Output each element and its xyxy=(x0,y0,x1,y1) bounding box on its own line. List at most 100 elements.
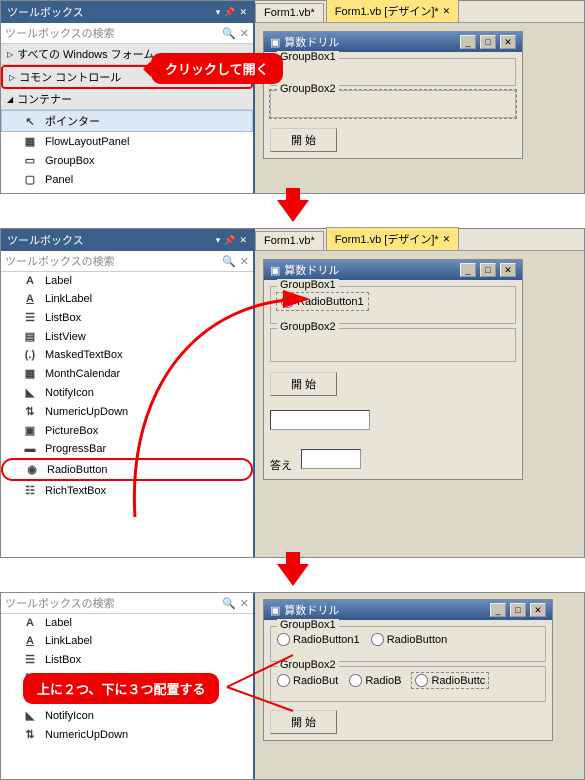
toolbox-item-flowlayoutpanel[interactable]: ▦ FlowLayoutPanel xyxy=(1,132,253,151)
pin-icon[interactable]: 📌 xyxy=(224,7,235,18)
minimize-icon[interactable]: _ xyxy=(490,603,506,617)
item-label: LinkLabel xyxy=(45,293,92,305)
close-icon[interactable]: ✕ xyxy=(530,603,546,617)
form-window: ▣ 算数ドリル _ □ ✕ GroupBox1 RadioButton1 Gro… xyxy=(263,259,523,480)
toolbox-item-listbox[interactable]: ☰ListBox xyxy=(1,308,253,327)
toolbox-item-splitcontainer[interactable]: ◫ SplitContainer xyxy=(1,189,253,193)
search-icon[interactable]: 🔍 xyxy=(222,597,236,610)
radiobutton3[interactable]: RadioBut xyxy=(277,674,338,687)
start-button[interactable]: 開 始 xyxy=(270,710,337,734)
split-icon: ◫ xyxy=(23,192,37,193)
close-icon[interactable]: ✕ xyxy=(443,234,451,245)
clear-search-icon[interactable]: ✕ xyxy=(240,27,249,40)
close-icon[interactable]: ✕ xyxy=(500,35,516,49)
minimize-icon[interactable]: _ xyxy=(460,263,476,277)
toolbox-item-listview[interactable]: ▤ListView xyxy=(1,327,253,346)
close-icon[interactable]: ✕ xyxy=(443,6,451,17)
toolbox-item-linklabel[interactable]: ALinkLabel xyxy=(1,632,253,650)
pin-icon[interactable]: 📌 xyxy=(224,235,235,246)
linklabel-icon: A xyxy=(23,293,37,305)
toolbox-item-picturebox[interactable]: ▣PictureBox xyxy=(1,421,253,440)
radio-input[interactable] xyxy=(371,633,384,646)
groupbox2[interactable]: GroupBox2 RadioBut RadioB RadioButtc xyxy=(270,666,546,702)
radio-input[interactable] xyxy=(281,295,294,308)
start-button[interactable]: 開 始 xyxy=(270,372,337,396)
design-surface[interactable]: ▣ 算数ドリル _ □ ✕ GroupBox1 RadioButton1 Rad… xyxy=(255,593,584,779)
clear-search-icon[interactable]: ✕ xyxy=(240,255,249,268)
category-container[interactable]: ◢ コンテナー xyxy=(1,89,253,110)
toolbox-item-label[interactable]: A Label xyxy=(1,272,253,290)
radio-label: RadioB xyxy=(365,675,401,687)
toolbox-item-groupbox[interactable]: ▭ GroupBox xyxy=(1,151,253,170)
maximize-icon[interactable]: □ xyxy=(480,263,496,277)
minimize-icon[interactable]: _ xyxy=(460,35,476,49)
collapsed-icon: ▷ xyxy=(7,50,13,59)
toolbox-item-notifyicon[interactable]: ◣NotifyIcon xyxy=(1,706,253,725)
toolbox-item-pointer[interactable]: ↖ ポインター xyxy=(1,110,253,132)
radio-label: RadioButton1 xyxy=(297,296,364,308)
design-surface[interactable]: ▣ 算数ドリル _ □ ✕ GroupBox1 GroupBox2 開 始 xyxy=(255,23,584,193)
tab-design[interactable]: Form1.vb [デザイン]* ✕ xyxy=(326,0,459,22)
toolbox-item-linklabel[interactable]: A LinkLabel xyxy=(1,290,253,308)
radiobutton5[interactable]: RadioButtc xyxy=(412,673,488,688)
groupbox2[interactable]: GroupBox2 xyxy=(270,90,516,118)
radiobutton1[interactable]: RadioButton1 xyxy=(277,633,360,646)
toolbox-item-progressbar[interactable]: ▬ProgressBar xyxy=(1,440,253,458)
groupbox1[interactable]: GroupBox1 RadioButton1 xyxy=(270,286,516,324)
tab-code[interactable]: Form1.vb* xyxy=(255,231,324,250)
toolbox-item-richtextbox[interactable]: ☷RichTextBox xyxy=(1,481,253,500)
search-icon[interactable]: 🔍 xyxy=(222,255,236,268)
toolbox-search[interactable]: ツールボックスの検索 🔍 ✕ xyxy=(1,251,253,272)
expanded-icon: ◢ xyxy=(7,95,13,104)
radio-input[interactable] xyxy=(349,674,362,687)
item-label: Label xyxy=(45,275,72,287)
maximize-icon[interactable]: □ xyxy=(510,603,526,617)
radiobutton1[interactable]: RadioButton1 xyxy=(277,293,368,310)
maximize-icon[interactable]: □ xyxy=(480,35,496,49)
groupbox1[interactable]: GroupBox1 xyxy=(270,58,516,86)
toolbox-item-maskedtextbox[interactable]: (.)MaskedTextBox xyxy=(1,346,253,364)
tab-design[interactable]: Form1.vb [デザイン]*✕ xyxy=(326,227,459,250)
groupbox2[interactable]: GroupBox2 xyxy=(270,328,516,362)
tab-code[interactable]: Form1.vb* xyxy=(255,3,324,22)
toolbox-item-radiobutton[interactable]: ◉RadioButton xyxy=(1,458,253,481)
clear-search-icon[interactable]: ✕ xyxy=(240,597,249,610)
radiobutton4[interactable]: RadioB xyxy=(349,674,401,687)
textbox[interactable] xyxy=(270,410,370,430)
toolbox-item-panel[interactable]: ▢ Panel xyxy=(1,170,253,189)
groupbox1[interactable]: GroupBox1 RadioButton1 RadioButton xyxy=(270,626,546,662)
start-button[interactable]: 開 始 xyxy=(270,128,337,152)
category-label: コモン コントロール xyxy=(19,69,121,85)
linklabel-icon: A xyxy=(23,635,37,647)
toolbox-item-numericupdown[interactable]: ⇅NumericUpDown xyxy=(1,725,253,744)
close-icon[interactable]: ✕ xyxy=(239,7,247,18)
toolbox-item-numericupdown[interactable]: ⇅NumericUpDown xyxy=(1,402,253,421)
toolbox-item-notifyicon[interactable]: ◣NotifyIcon xyxy=(1,383,253,402)
toolbox-search[interactable]: ツールボックスの検索 🔍 ✕ xyxy=(1,593,253,614)
radio-label: RadioButton xyxy=(387,634,448,646)
close-icon[interactable]: ✕ xyxy=(500,263,516,277)
form-titlebar: ▣ 算数ドリル _ □ ✕ xyxy=(264,260,522,280)
toolbox-item-monthcalendar[interactable]: ▦MonthCalendar xyxy=(1,364,253,383)
notify-icon: ◣ xyxy=(23,386,37,399)
toolbox: ツールボックス ▾ 📌 ✕ ツールボックスの検索 🔍 ✕ ALabel ALin… xyxy=(1,229,255,557)
design-surface[interactable]: ▣ 算数ドリル _ □ ✕ GroupBox1 RadioButton1 Gro… xyxy=(255,251,584,557)
category-label: コンテナー xyxy=(17,91,72,107)
dropdown-icon[interactable]: ▾ xyxy=(216,235,221,246)
item-label: GroupBox xyxy=(45,155,95,167)
search-icon[interactable]: 🔍 xyxy=(222,27,236,40)
item-label: PictureBox xyxy=(45,425,98,437)
radio-icon: ◉ xyxy=(25,463,39,476)
label-icon: A xyxy=(23,275,37,287)
radio-input[interactable] xyxy=(277,633,290,646)
toolbox-search[interactable]: ツールボックスの検索 🔍 ✕ xyxy=(1,23,253,44)
radio-input[interactable] xyxy=(277,674,290,687)
answer-textbox[interactable] xyxy=(301,449,361,469)
panel-icon: ▢ xyxy=(23,173,37,186)
dropdown-icon[interactable]: ▾ xyxy=(216,7,221,18)
toolbox-item-label[interactable]: ALabel xyxy=(1,614,253,632)
radiobutton2[interactable]: RadioButton xyxy=(371,633,448,646)
radio-input[interactable] xyxy=(415,674,428,687)
toolbox-item-listbox[interactable]: ☰ListBox xyxy=(1,650,253,669)
close-icon[interactable]: ✕ xyxy=(239,235,247,246)
